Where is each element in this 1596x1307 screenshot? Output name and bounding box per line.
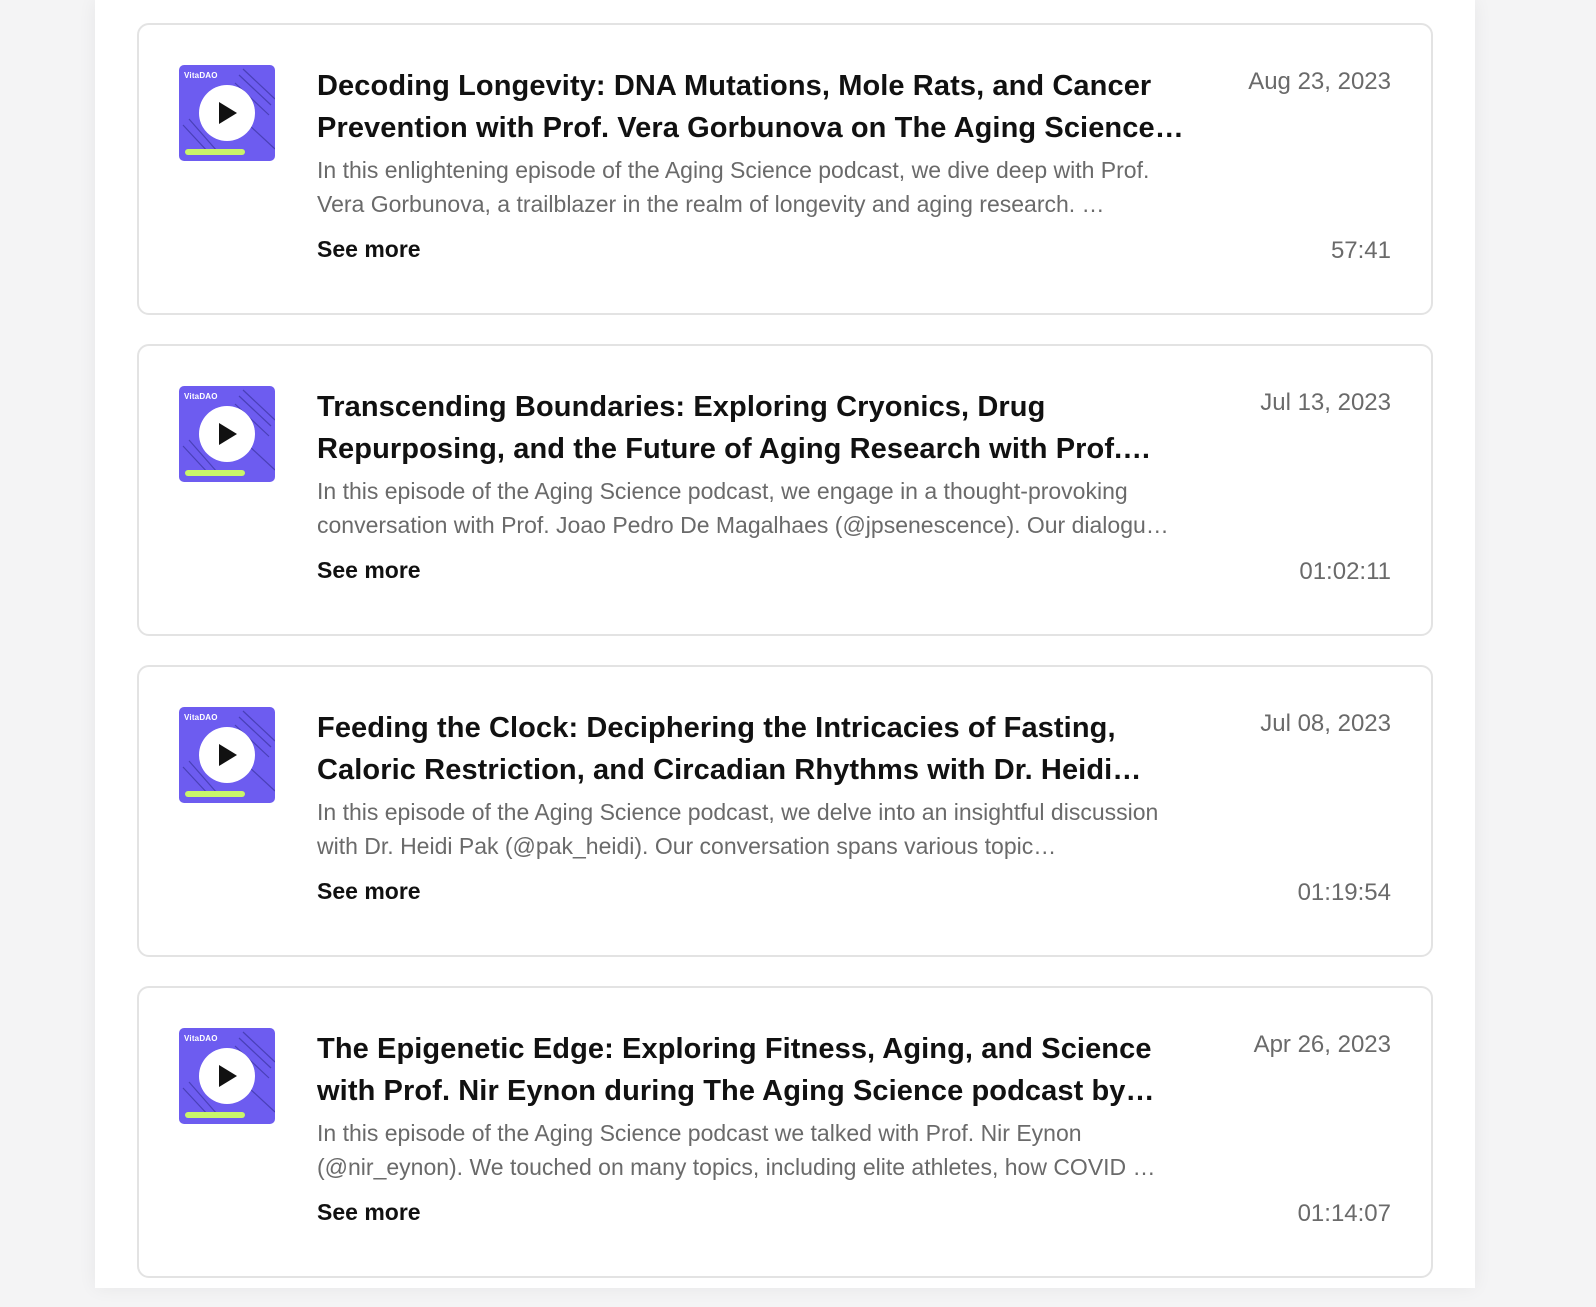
- episode-description: In this episode of the Aging Science pod…: [317, 799, 1159, 859]
- episode-duration: 01:19:54: [1297, 879, 1391, 906]
- thumbnail-brand: VitaDAO: [184, 392, 218, 401]
- episode-duration: 57:41: [1330, 237, 1391, 264]
- play-button[interactable]: [199, 406, 255, 462]
- thumbnail-brand: VitaDAO: [184, 1034, 218, 1043]
- episode-card[interactable]: VitaDAO The Epigenetic Edge: Exploring F…: [137, 986, 1433, 1278]
- episode-thumbnail[interactable]: VitaDAO: [179, 707, 275, 803]
- thumbnail-pill: [185, 791, 245, 797]
- podcast-page: VitaDAO Decoding Longevity: DNA Mutation…: [95, 0, 1475, 1288]
- episode-card[interactable]: VitaDAO Decoding Longevity: DNA Mutation…: [137, 23, 1433, 315]
- thumbnail-pill: [185, 149, 245, 155]
- episode-description: In this episode of the Aging Science pod…: [317, 1120, 1156, 1180]
- play-button[interactable]: [199, 727, 255, 783]
- episode-card[interactable]: VitaDAO Feeding the Clock: Deciphering t…: [137, 665, 1433, 957]
- episode-thumbnail[interactable]: VitaDAO: [179, 386, 275, 482]
- see-more-link[interactable]: See more: [317, 1199, 421, 1226]
- episode-thumbnail[interactable]: VitaDAO: [179, 65, 275, 161]
- episode-date: Apr 26, 2023: [1253, 1031, 1391, 1058]
- thumbnail-pill: [185, 1112, 245, 1118]
- episode-description: In this episode of the Aging Science pod…: [317, 478, 1169, 538]
- see-more-link[interactable]: See more: [317, 236, 421, 263]
- episode-title[interactable]: Transcending Boundaries: Exploring Cryon…: [317, 386, 1197, 470]
- episode-thumbnail[interactable]: VitaDAO: [179, 1028, 275, 1124]
- episode-title[interactable]: Decoding Longevity: DNA Mutations, Mole …: [317, 65, 1197, 149]
- see-more-link[interactable]: See more: [317, 557, 421, 584]
- see-more-link[interactable]: See more: [317, 878, 421, 905]
- thumbnail-brand: VitaDAO: [184, 713, 218, 722]
- episode-date: Aug 23, 2023: [1248, 68, 1391, 95]
- play-icon: [219, 423, 237, 445]
- episode-title[interactable]: The Epigenetic Edge: Exploring Fitness, …: [317, 1028, 1197, 1112]
- thumbnail-brand: VitaDAO: [184, 71, 218, 80]
- episode-duration: 01:02:11: [1299, 558, 1391, 585]
- thumbnail-pill: [185, 470, 245, 476]
- episode-date: Jul 13, 2023: [1260, 389, 1391, 416]
- episode-title[interactable]: Feeding the Clock: Deciphering the Intri…: [317, 707, 1197, 791]
- episode-date: Jul 08, 2023: [1260, 710, 1391, 737]
- episode-list: VitaDAO Decoding Longevity: DNA Mutation…: [137, 23, 1433, 1307]
- play-icon: [219, 102, 237, 124]
- play-icon: [219, 1065, 237, 1087]
- episode-card[interactable]: VitaDAO Transcending Boundaries: Explori…: [137, 344, 1433, 636]
- play-button[interactable]: [199, 85, 255, 141]
- play-icon: [219, 744, 237, 766]
- episode-description: In this enlightening episode of the Agin…: [317, 157, 1150, 217]
- episode-duration: 01:14:07: [1297, 1200, 1391, 1227]
- play-button[interactable]: [199, 1048, 255, 1104]
